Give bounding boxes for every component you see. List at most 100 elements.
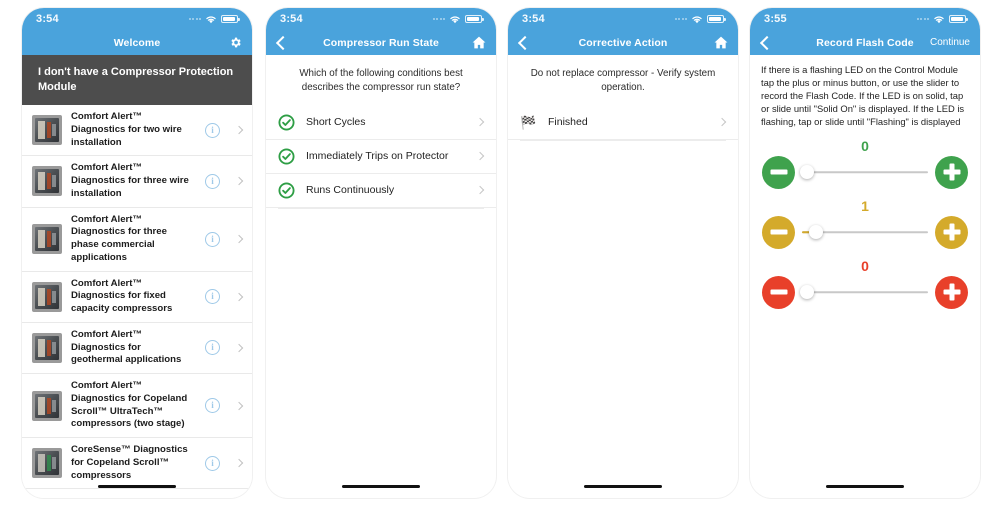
back-button[interactable] — [517, 35, 533, 50]
list-item[interactable]: CoreSense™ Diagnostics for Copeland Scro… — [22, 438, 252, 490]
option-row[interactable]: Runs Continuously — [266, 174, 496, 208]
back-chevron-icon — [275, 35, 291, 50]
screenshot-stage: 3:54 Welcome I don't have a Compressor P… — [0, 0, 1000, 513]
red-control-row — [760, 275, 970, 313]
home-indicator — [342, 484, 420, 488]
flash-code-group-yellow: 1 — [760, 199, 970, 253]
screen-corrective-action: 3:54 Corrective Action Do not replace co… — [508, 8, 738, 498]
info-icon[interactable]: i — [205, 455, 220, 471]
red-minus-button[interactable] — [762, 275, 795, 309]
info-icon[interactable]: i — [205, 289, 220, 305]
home-button[interactable] — [472, 36, 486, 49]
status-indicators — [188, 15, 240, 24]
phone-compressor-run-state: 3:54 Compressor Run State Which of the f… — [266, 8, 496, 498]
product-thumbnail — [32, 390, 62, 421]
screen-compressor-run-state: 3:54 Compressor Run State Which of the f… — [266, 8, 496, 498]
battery-icon — [949, 15, 968, 23]
phone-welcome: 3:54 Welcome I don't have a Compressor P… — [22, 8, 252, 498]
list-item[interactable]: Comfort Alert™ Diagnostics for two wire … — [22, 105, 252, 157]
flash-code-group-red: 0 — [760, 259, 970, 313]
product-thumbnail — [32, 224, 62, 255]
status-time: 3:54 — [522, 13, 545, 25]
info-icon[interactable]: i — [205, 173, 220, 189]
status-indicators — [432, 15, 484, 24]
info-icon[interactable]: i — [205, 231, 220, 247]
wifi-icon — [205, 15, 217, 24]
option-row[interactable]: Immediately Trips on Protector — [266, 140, 496, 174]
screen-welcome: 3:54 Welcome I don't have a Compressor P… — [22, 8, 252, 498]
question-text: Which of the following conditions best d… — [299, 68, 463, 93]
page-title: Compressor Run State — [323, 36, 439, 49]
slider-thumb[interactable] — [800, 165, 815, 180]
chevron-right-icon — [475, 186, 485, 195]
signal-dots-icon — [916, 18, 929, 20]
product-thumbnail — [32, 448, 62, 479]
phone-corrective-action: 3:54 Corrective Action Do not replace co… — [508, 8, 738, 498]
home-button[interactable] — [714, 36, 728, 49]
back-chevron-icon — [759, 35, 775, 50]
list-item[interactable]: Comfort Alert™ Diagnostics for Copeland … — [22, 374, 252, 439]
info-icon[interactable]: i — [205, 122, 220, 138]
nav-bar-run-state: Compressor Run State — [266, 30, 496, 55]
status-indicators — [674, 15, 726, 24]
info-icon[interactable]: i — [205, 398, 220, 414]
check-circle-icon — [278, 148, 295, 165]
phone-record-flash-code: 3:55 Record Flash Code Continue If there… — [750, 8, 980, 498]
slider-track — [802, 171, 928, 174]
status-time: 3:54 — [280, 13, 303, 25]
check-circle-icon — [278, 182, 295, 199]
yellow-plus-button[interactable] — [935, 215, 968, 249]
list-item[interactable]: Comfort Alert™ Diagnostics for geotherma… — [22, 323, 252, 375]
wifi-icon — [449, 15, 461, 24]
green-minus-button[interactable] — [762, 155, 795, 189]
list-item[interactable]: Comfort Alert™ Diagnostics for three wir… — [22, 156, 252, 208]
nav-bar-welcome: Welcome — [22, 30, 252, 55]
yellow-control-row — [760, 215, 970, 253]
green-value: 0 — [861, 137, 869, 154]
yellow-slider[interactable] — [802, 223, 928, 241]
screen-record-flash-code: 3:55 Record Flash Code Continue If there… — [750, 8, 980, 498]
status-bar: 3:54 — [22, 8, 252, 30]
green-plus-button[interactable] — [935, 155, 968, 189]
continue-button[interactable]: Continue — [930, 37, 970, 48]
info-icon[interactable]: i — [205, 340, 220, 356]
chevron-right-icon — [234, 125, 244, 135]
yellow-minus-button[interactable] — [762, 215, 795, 249]
slider-thumb[interactable] — [808, 225, 823, 240]
red-value: 0 — [861, 257, 869, 274]
option-row[interactable]: Short Cycles — [266, 106, 496, 140]
chevron-right-icon — [234, 234, 244, 244]
wifi-icon — [691, 15, 703, 24]
option-row[interactable]: 🏁 Finished — [508, 106, 738, 140]
instructions-text: If there is a flashing LED on the Contro… — [761, 64, 965, 127]
slider-thumb[interactable] — [800, 285, 815, 300]
green-slider[interactable] — [800, 163, 928, 181]
home-icon — [714, 36, 728, 49]
back-button[interactable] — [759, 35, 775, 50]
checkered-flag-icon: 🏁 — [520, 114, 537, 130]
chevron-right-icon — [234, 177, 244, 186]
chevron-right-icon — [475, 152, 485, 161]
option-label: Finished — [548, 116, 588, 129]
no-module-banner[interactable]: I don't have a Compressor Protection Mod… — [22, 55, 252, 106]
list-item[interactable]: Comfort Alert™ Diagnostics for fixed cap… — [22, 272, 252, 323]
home-icon — [472, 36, 486, 49]
chevron-right-icon — [717, 118, 727, 127]
list-item-label: Comfort Alert™ Diagnostics for two wire … — [71, 111, 182, 148]
status-time: 3:55 — [764, 13, 787, 25]
list-item[interactable]: Comfort Alert™ Diagnostics for three pha… — [22, 208, 252, 272]
back-button[interactable] — [275, 35, 291, 50]
option-list: 🏁 Finished — [508, 106, 738, 141]
option-label: Short Cycles — [306, 116, 366, 129]
red-plus-button[interactable] — [935, 275, 968, 309]
wifi-icon — [933, 15, 945, 24]
chevron-right-icon — [234, 458, 244, 468]
settings-button[interactable] — [229, 36, 242, 49]
signal-dots-icon — [188, 18, 201, 20]
red-slider[interactable] — [800, 283, 928, 301]
chevron-right-icon — [234, 401, 244, 410]
gear-icon — [229, 36, 242, 49]
page-title: Corrective Action — [578, 36, 668, 49]
corrective-action-text: Do not replace compressor - Verify syste… — [530, 68, 716, 93]
option-label: Immediately Trips on Protector — [306, 150, 449, 163]
